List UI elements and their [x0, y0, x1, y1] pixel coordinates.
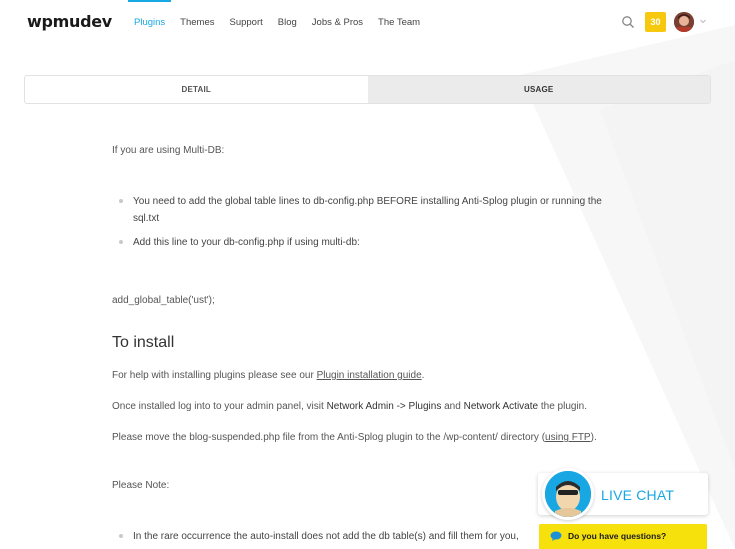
- list-item: Add this line to your db-config.php if u…: [119, 234, 603, 251]
- live-chat-label[interactable]: LIVE CHAT: [601, 487, 674, 503]
- using-ftp-link[interactable]: using FTP: [545, 432, 591, 443]
- move-file-suffix: ).: [590, 432, 597, 443]
- chat-question-text[interactable]: Do you have questions?: [568, 531, 666, 541]
- help-paragraph: For help with installing plugins please …: [112, 367, 424, 384]
- installed-paragraph: Once installed log into to your admin pa…: [112, 398, 632, 415]
- chat-bubble-icon: [550, 531, 562, 541]
- logo[interactable]: wpmudev: [27, 12, 112, 31]
- site-header: wpmudev Plugins Themes Support Blog Jobs…: [0, 0, 735, 44]
- code-line: add_global_table('ust');: [112, 295, 215, 306]
- notification-badge[interactable]: 30: [645, 12, 666, 32]
- plugin-installation-guide-link[interactable]: Plugin installation guide: [317, 370, 422, 381]
- installed-middle: and: [441, 401, 464, 412]
- tab-bar: DETAIL USAGE: [24, 75, 711, 104]
- help-text: For help with installing plugins please …: [112, 370, 317, 381]
- nav-item-support[interactable]: Support: [230, 0, 263, 44]
- network-admin-plugins: Network Admin -> Plugins: [326, 401, 442, 412]
- please-note: Please Note:: [112, 480, 170, 491]
- avatar[interactable]: [674, 12, 694, 32]
- tab-detail[interactable]: DETAIL: [25, 76, 368, 103]
- mascot-icon: [545, 471, 591, 517]
- nav-item-plugins[interactable]: Plugins: [127, 0, 172, 44]
- chevron-down-icon[interactable]: [699, 17, 707, 25]
- installed-text: Once installed log into to your admin pa…: [112, 401, 327, 412]
- network-activate: Network Activate: [463, 401, 539, 412]
- installed-suffix: the plugin.: [538, 401, 588, 412]
- search-icon[interactable]: [621, 15, 635, 29]
- tab-usage[interactable]: USAGE: [367, 76, 710, 103]
- nav-item-themes[interactable]: Themes: [180, 0, 214, 44]
- install-heading: To install: [112, 334, 175, 351]
- main-nav: Plugins Themes Support Blog Jobs & Pros …: [127, 0, 435, 44]
- multidb-intro: If you are using Multi-DB:: [112, 145, 225, 156]
- nav-item-the-team[interactable]: The Team: [378, 0, 420, 44]
- list-item: You need to add the global table lines t…: [119, 193, 603, 227]
- avatar-image: [674, 12, 694, 32]
- nav-item-blog[interactable]: Blog: [278, 0, 297, 44]
- chat-mascot-avatar[interactable]: [542, 468, 594, 520]
- list-item: In the rare occurrence the auto-install …: [119, 528, 603, 545]
- move-file-text: Please move the blog-suspended.php file …: [112, 432, 546, 443]
- help-suffix: .: [421, 370, 425, 381]
- nav-item-jobs-pros[interactable]: Jobs & Pros: [312, 0, 363, 44]
- move-file-paragraph: Please move the blog-suspended.php file …: [112, 429, 617, 446]
